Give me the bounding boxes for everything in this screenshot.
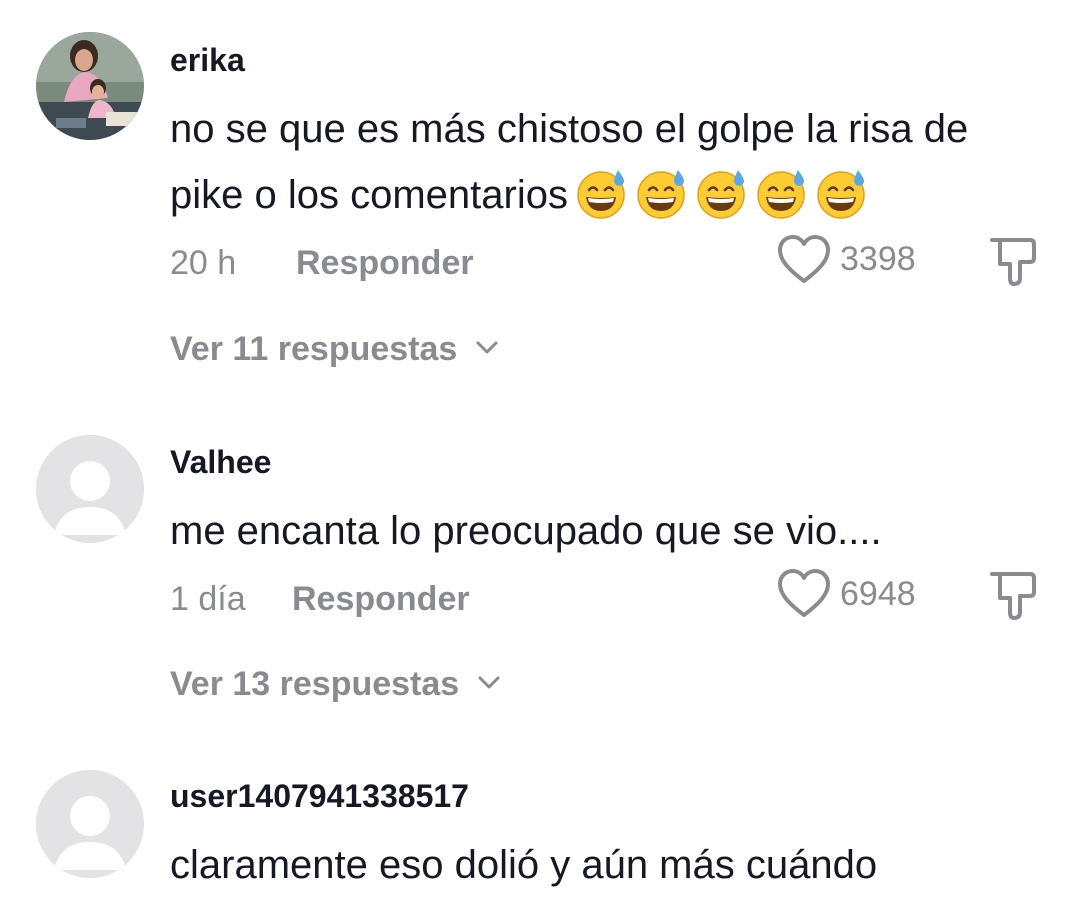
thumbs-down-icon[interactable] [986,234,1040,288]
default-avatar-icon [36,770,144,878]
like-count: 3398 [840,240,916,278]
grinning-face-with-sweat-icon [637,170,685,219]
default-avatar-icon [36,435,144,543]
timestamp: 1 día [170,580,246,618]
view-replies-label: Ver 11 respuestas [170,330,458,368]
comment-text: claramente eso dolió y aún más cuándo [170,843,878,887]
username[interactable]: user1407941338517 [170,778,469,815]
view-replies-button[interactable]: Ver 11 respuestas [170,330,499,369]
reply-button[interactable]: Responder [296,244,474,283]
reply-button[interactable]: Responder [292,580,470,619]
chevron-down-icon [476,341,498,354]
grinning-face-with-sweat-icon [817,170,865,219]
avatar[interactable] [36,770,144,878]
username[interactable]: Valhee [170,444,271,481]
heart-outline-icon[interactable] [776,234,832,286]
username[interactable]: erika [170,42,245,79]
grinning-face-with-sweat-icon [757,170,805,219]
avatar[interactable] [36,435,144,543]
avatar[interactable] [36,32,144,140]
grinning-face-with-sweat-icon [577,170,625,219]
view-replies-button[interactable]: Ver 13 respuestas [170,665,501,704]
profile-photo [36,32,144,140]
like-count: 6948 [840,575,916,613]
comment-text: no se que es más chistoso el golpe la ri… [170,96,1050,228]
grinning-face-with-sweat-icon [697,170,745,219]
emoji-group [568,170,868,219]
thumbs-down-icon[interactable] [986,568,1040,622]
chevron-down-icon [478,676,500,689]
timestamp: 20 h [170,244,237,282]
view-replies-label: Ver 13 respuestas [170,665,460,703]
heart-outline-icon[interactable] [776,568,832,620]
comment-text: me encanta lo preocupado que se vio.... [170,509,882,553]
